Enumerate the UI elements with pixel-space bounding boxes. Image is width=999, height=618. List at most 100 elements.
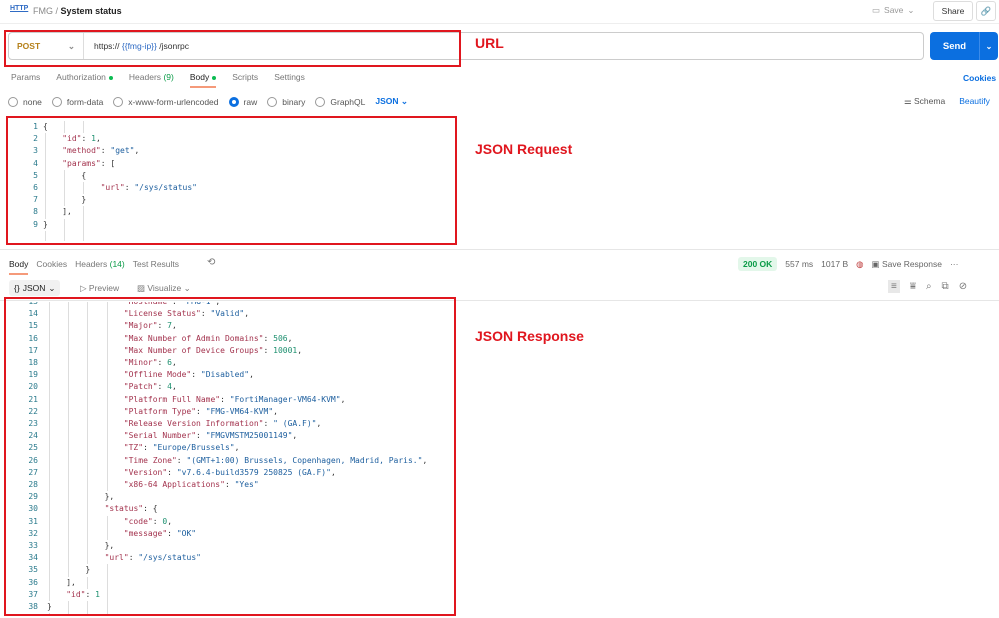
save-response-button[interactable]: ▣ Save Response	[872, 259, 942, 270]
history-icon[interactable]: ⟲	[207, 257, 215, 268]
radio-circle[interactable]	[228, 96, 239, 107]
radio-none[interactable]: none	[8, 96, 42, 107]
preview-label: Preview	[88, 283, 120, 293]
request-highlight	[6, 116, 457, 245]
save-button[interactable]: ▭ Save ⌄	[872, 5, 915, 16]
cookies-link[interactable]: Cookies	[963, 73, 996, 83]
response-tools: ≡ ⩸ ⌕ ⧉ ⊘	[888, 280, 967, 293]
annotation-response: JSON Response	[475, 328, 584, 344]
tab-count: (14)	[109, 259, 125, 269]
format-select[interactable]: {} JSON ⌄	[9, 280, 61, 296]
search-icon[interactable]: ⌕	[926, 281, 932, 292]
tab-authorization[interactable]: Authorization	[56, 72, 113, 88]
save-response-icon: ▣	[871, 258, 880, 269]
schema-button[interactable]: ⚌ Schema	[904, 96, 945, 107]
breadcrumb-separator: /	[55, 6, 59, 16]
send-button[interactable]: Send ⌄	[930, 32, 998, 60]
schema-label: Schema	[914, 96, 946, 106]
tab-body[interactable]: Body	[189, 72, 217, 88]
save-response-label: Save Response	[881, 258, 942, 269]
radio-circle[interactable]	[315, 96, 326, 107]
save-icon: ▭	[872, 5, 881, 15]
copy-icon[interactable]: ⧉	[942, 281, 949, 292]
chevron-down-icon: ⌄	[907, 5, 915, 15]
tab-label: Body	[189, 72, 210, 82]
link-icon[interactable]: ⊘	[959, 281, 967, 292]
radio-label: binary	[282, 96, 306, 107]
radio-label: raw	[243, 96, 258, 107]
preview-button[interactable]: ▷ Preview	[80, 283, 119, 294]
save-label: Save	[884, 5, 904, 15]
radio-form-data[interactable]: form-data	[51, 96, 104, 107]
top-bar: HTTP FMG / System status ▭ Save ⌄ Share 🔗	[0, 0, 999, 24]
format-label: JSON	[22, 283, 46, 293]
globe-icon[interactable]: ◍	[856, 259, 863, 270]
status-dot	[212, 75, 217, 80]
beautify-button[interactable]: Beautify	[959, 96, 990, 107]
page-title: System status	[60, 6, 122, 16]
breadcrumb: FMG / System status	[33, 6, 122, 16]
tab-settings[interactable]: Settings	[274, 72, 305, 88]
chevron-down-icon: ⌄	[183, 283, 191, 293]
tab-label: Cookies	[36, 259, 68, 269]
radio-label: form-data	[66, 96, 104, 107]
radio-label: none	[23, 96, 42, 107]
image-icon: ▨	[137, 283, 146, 293]
radio-binary[interactable]: binary	[267, 96, 306, 107]
filter-icon[interactable]: ⩸	[910, 281, 916, 292]
radio-circle[interactable]	[267, 96, 278, 107]
schema-icon: ⚌	[904, 96, 912, 106]
breadcrumb-collection[interactable]: FMG	[33, 6, 53, 16]
body-format-select[interactable]: JSON ⌄	[375, 96, 408, 107]
tab-count: (9)	[163, 72, 174, 82]
tab-label: Authorization	[56, 72, 106, 82]
response-tabs: Body Cookies Headers (14) Test Results	[9, 259, 179, 275]
format-label: JSON	[375, 96, 399, 106]
response-tab-cookies[interactable]: Cookies	[36, 259, 67, 275]
more-icon[interactable]: ···	[950, 259, 959, 269]
link-icon[interactable]: 🔗	[976, 1, 996, 21]
radio-raw[interactable]: raw	[228, 96, 258, 107]
tab-label: Params	[11, 72, 41, 82]
chevron-down-icon: ⌄	[48, 282, 56, 293]
play-icon: ▷	[80, 283, 87, 293]
body-actions: ⚌ Schema Beautify	[904, 96, 990, 107]
tab-label: Headers	[128, 72, 162, 82]
tab-label: Headers	[75, 259, 108, 269]
send-label: Send	[930, 32, 980, 60]
response-tab-body[interactable]: Body	[9, 259, 29, 275]
tab-label: Settings	[274, 72, 305, 82]
radio-GraphQL[interactable]: GraphQL	[315, 96, 366, 107]
url-highlight	[4, 30, 461, 67]
response-tab-headers[interactable]: Headers (14)	[75, 259, 125, 275]
tab-scripts[interactable]: Scripts	[232, 72, 258, 88]
response-meta: 200 OK 557 ms 1017 B ◍ ▣ Save Response ·…	[738, 257, 958, 271]
divider	[0, 249, 999, 250]
radio-label: GraphQL	[330, 96, 366, 107]
chevron-down-icon[interactable]: ⌄	[980, 32, 998, 60]
response-tab-test-results[interactable]: Test Results	[133, 259, 179, 275]
radio-circle[interactable]	[51, 96, 62, 107]
annotation-request: JSON Request	[475, 141, 573, 157]
tab-label: Body	[9, 259, 29, 269]
visualize-button[interactable]: ▨ Visualize ⌄	[137, 283, 191, 294]
radio-circle[interactable]	[8, 96, 18, 107]
status-badge[interactable]: 200 OK	[738, 257, 778, 271]
visualize-label: Visualize	[147, 283, 182, 293]
braces-icon: {}	[14, 283, 20, 293]
tab-label: Scripts	[232, 72, 259, 82]
response-time[interactable]: 557 ms	[785, 259, 813, 269]
body-type-options: none form-data x-www-form-urlencoded raw bin…	[8, 96, 408, 107]
radio-circle[interactable]	[113, 96, 124, 107]
radio-label: x-www-form-urlencoded	[128, 96, 219, 107]
tab-headers[interactable]: Headers (9)	[129, 72, 174, 88]
wrap-icon[interactable]: ≡	[888, 280, 900, 293]
response-size[interactable]: 1017 B	[821, 259, 848, 269]
radio-x-www-form-urlencoded[interactable]: x-www-form-urlencoded	[113, 96, 219, 107]
http-icon: HTTP	[10, 5, 29, 12]
annotation-url: URL	[475, 35, 504, 51]
tab-params[interactable]: Params	[11, 72, 40, 88]
share-button[interactable]: Share	[933, 1, 973, 21]
request-tabs: Params Authorization Headers (9) Body Script…	[11, 72, 305, 88]
status-dot	[108, 75, 113, 80]
